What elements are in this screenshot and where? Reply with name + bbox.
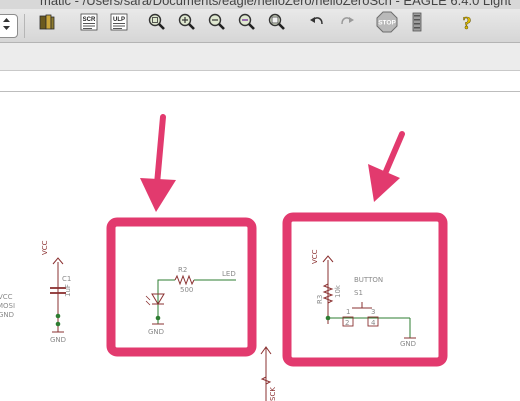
switch-pin-c: 1	[346, 308, 350, 316]
zoom-out-button[interactable]	[206, 13, 228, 35]
led-ground-label: GND	[148, 328, 164, 336]
capacitor-supply-label: VCC	[41, 240, 49, 255]
sck-net-label: SCK	[269, 387, 277, 401]
script-button[interactable]: SCR	[78, 13, 100, 35]
resistor-r2-name: R2	[178, 266, 187, 274]
mosi-label: MOSI	[0, 302, 15, 310]
zoom-fit-button[interactable]	[146, 13, 168, 35]
stepper-control[interactable]	[0, 14, 18, 38]
library-book-icon	[37, 12, 57, 37]
resistor-r3-name: R3	[316, 295, 324, 304]
switch-pin-a: 2	[345, 319, 349, 327]
junction-dot	[55, 321, 61, 327]
led-circuit[interactable]: R2 500 LED GND	[145, 266, 236, 336]
zoom-redraw-icon	[267, 12, 287, 37]
script-label: SCR	[83, 17, 96, 23]
resistor-r3-value: 10k	[334, 284, 342, 298]
parameter-toolbar	[0, 43, 520, 71]
undo-button[interactable]	[306, 13, 328, 35]
toolbar: SCR ULP STOP ?	[0, 9, 520, 43]
zoom-select-button[interactable]	[236, 13, 258, 35]
go-icon	[410, 12, 424, 37]
stop-icon: STOP	[376, 11, 398, 38]
capacitor-name: C1	[62, 275, 71, 283]
button-ground-label: GND	[400, 340, 416, 348]
redo-button[interactable]	[336, 13, 358, 35]
zoom-in-button[interactable]	[176, 13, 198, 35]
zoom-fit-icon	[147, 12, 167, 37]
redraw-button[interactable]	[266, 13, 288, 35]
annotation-arrow-led	[140, 114, 176, 212]
schematic-canvas[interactable]: VCC MOSI GND VCC C1 1uF GND R2 500 LED G…	[0, 91, 520, 401]
button-supply-label: VCC	[311, 249, 319, 264]
capacitor-c1[interactable]: VCC C1 1uF GND	[41, 240, 72, 344]
junction-dot	[155, 315, 161, 321]
led-net-label: LED	[222, 270, 236, 278]
button-circuit[interactable]: VCC R3 10k BUTTON S1 GND 2 4 1 3	[311, 249, 416, 348]
zoom-out-icon	[207, 12, 227, 37]
window-title-bar: matic - /Users/sara/Documents/eagle/hell…	[0, 0, 520, 9]
undo-icon	[308, 13, 326, 36]
zoom-in-icon	[177, 12, 197, 37]
left-net-labels: VCC MOSI GND	[0, 293, 15, 319]
stepper-icon	[2, 17, 11, 36]
switch-pin-b: 4	[371, 319, 376, 327]
sck-net[interactable]: SCK	[260, 346, 277, 401]
library-button[interactable]	[36, 13, 58, 35]
highlight-box-button	[282, 212, 448, 367]
junction-dot	[55, 313, 61, 319]
stop-label: STOP	[378, 19, 396, 26]
help-icon: ?	[459, 12, 475, 37]
ulp-button[interactable]: ULP	[108, 13, 130, 35]
capacitor-value: 1uF	[64, 284, 72, 297]
stop-button[interactable]: STOP	[376, 11, 398, 38]
resistor-r2-value: 500	[180, 286, 193, 294]
help-label: ?	[463, 13, 472, 32]
ulp-label: ULP	[113, 17, 125, 23]
help-button[interactable]: ?	[456, 12, 478, 37]
script-icon: SCR	[79, 12, 99, 37]
button-label: BUTTON	[354, 276, 383, 284]
annotation-arrow-button	[368, 131, 405, 202]
switch-pin-d: 3	[371, 308, 375, 316]
resistor-r2-symbol	[174, 274, 195, 286]
go-button[interactable]	[406, 12, 428, 37]
zoom-select-icon	[237, 12, 257, 37]
gnd-label: GND	[0, 311, 14, 319]
switch-name: S1	[354, 289, 363, 297]
capacitor-ground-label: GND	[50, 336, 66, 344]
window-title: matic - /Users/sara/Documents/eagle/hell…	[40, 0, 512, 8]
ulp-icon: ULP	[109, 12, 129, 37]
junction-dot	[325, 315, 331, 321]
toolbar-separator	[24, 14, 25, 38]
vcc-label: VCC	[0, 293, 13, 301]
redo-icon	[338, 13, 356, 36]
